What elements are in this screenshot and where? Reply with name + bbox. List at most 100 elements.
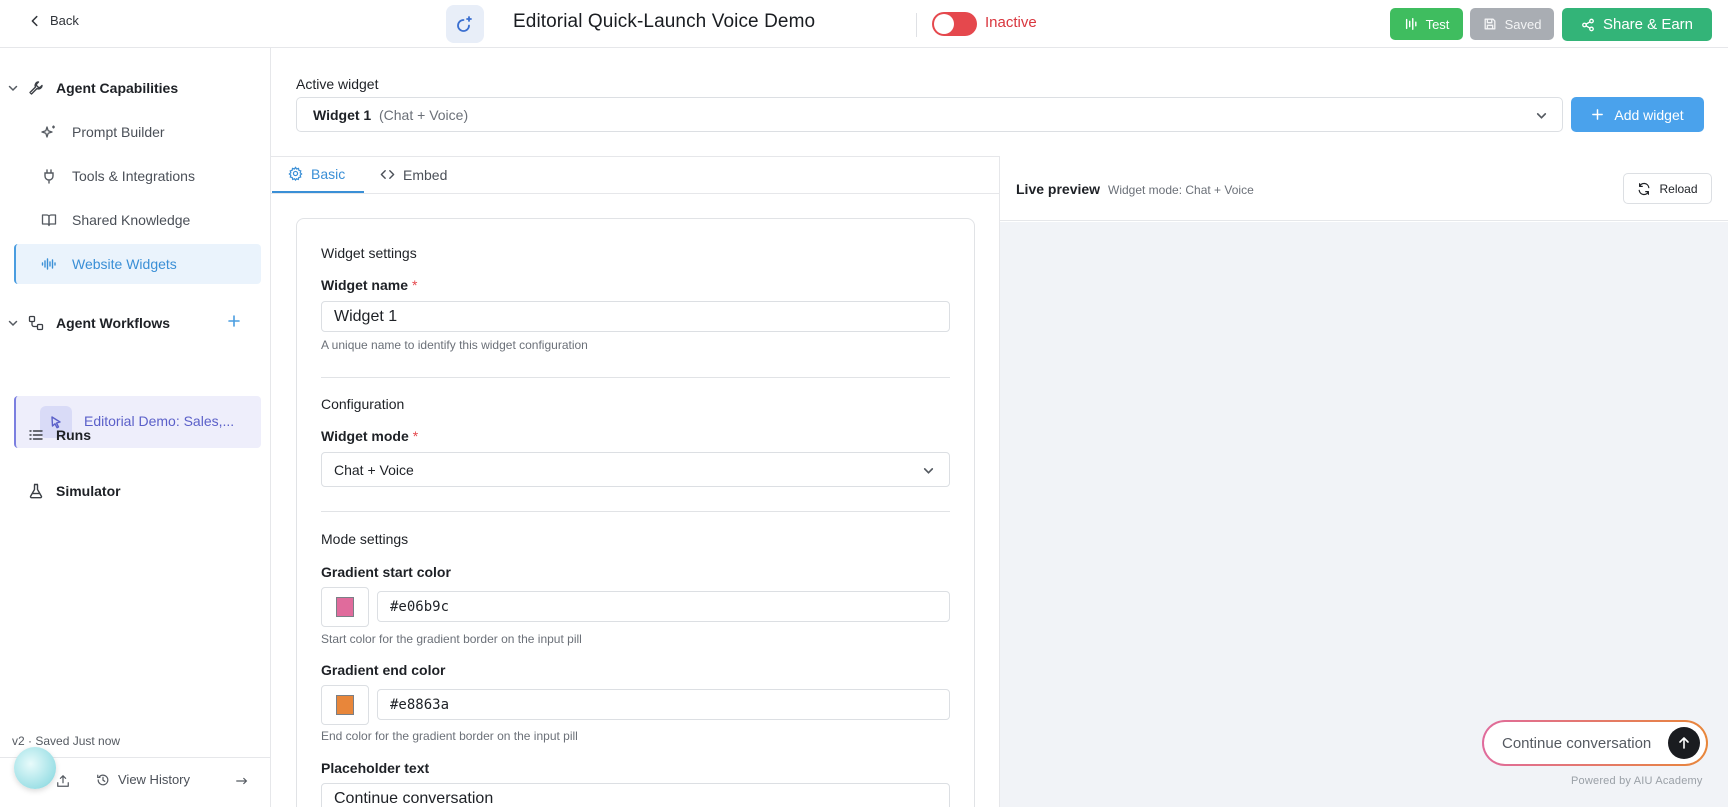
flask-icon [29, 483, 43, 499]
test-button[interactable]: Test [1390, 8, 1463, 40]
sidebar-item-label: Shared Knowledge [72, 212, 191, 228]
configuration-heading: Configuration [321, 396, 405, 412]
page-title: Editorial Quick-Launch Voice Demo [513, 11, 816, 32]
widget-settings-heading: Widget settings [321, 245, 417, 261]
divider [916, 13, 917, 37]
sidebar: Agent Capabilities Prompt Builder Tools … [0, 48, 271, 807]
send-button[interactable] [1668, 727, 1700, 759]
simulator-label: Simulator [56, 483, 121, 499]
active-widget-select[interactable]: Widget 1 (Chat + Voice) [296, 97, 1563, 132]
assistant-orb-icon[interactable] [14, 747, 56, 789]
gradient-start-label: Gradient start color [321, 564, 451, 580]
runs-label: Runs [56, 427, 91, 443]
gradient-end-label: Gradient end color [321, 662, 446, 678]
live-preview-mode: Widget mode: Chat + Voice [1108, 183, 1254, 197]
workflow-label: Editorial Demo: Sales,... [84, 413, 235, 429]
view-history-button[interactable]: View History [96, 772, 190, 787]
upload-icon[interactable] [56, 774, 70, 788]
gradient-start-input[interactable]: #e06b9c [377, 591, 950, 622]
saved-label: Saved [1504, 16, 1542, 32]
arrow-up-icon [1679, 737, 1689, 749]
mode-settings-heading: Mode settings [321, 531, 409, 547]
field-label-text: Widget name [321, 277, 408, 293]
plus-icon [1592, 109, 1604, 120]
sidebar-item-shared-knowledge[interactable]: Shared Knowledge [14, 200, 261, 240]
book-icon [41, 214, 57, 227]
chevron-left-icon [31, 15, 38, 26]
wrench-icon [29, 81, 43, 95]
refresh-icon [1639, 182, 1650, 195]
code-icon [380, 170, 395, 179]
reload-button[interactable]: Reload [1623, 173, 1712, 204]
add-workflow-icon[interactable] [226, 313, 242, 329]
widget-name-help: A unique name to identify this widget co… [321, 338, 588, 352]
moon-sparkle-icon [457, 16, 472, 32]
back-label: Back [50, 13, 79, 28]
chevron-down-icon [8, 85, 18, 92]
workflow-icon [28, 315, 44, 331]
save-icon [1484, 18, 1496, 30]
widget-mode-select[interactable]: Chat + Voice [321, 452, 950, 487]
list-icon [29, 430, 43, 440]
top-bar: Back Editorial Quick-Launch Voice Demo I… [0, 0, 1728, 48]
divider [271, 193, 999, 194]
chevron-down-icon [1536, 113, 1547, 119]
gear-icon [288, 166, 303, 181]
saved-button[interactable]: Saved [1470, 8, 1554, 40]
widget-mode-value: Chat + Voice [334, 461, 414, 478]
chevron-down-icon [923, 468, 934, 474]
pulse-icon [1405, 18, 1417, 30]
add-widget-button[interactable]: Add widget [1571, 97, 1704, 132]
tab-label: Basic [311, 165, 346, 182]
gradient-start-color-picker[interactable] [321, 587, 369, 627]
reload-label: Reload [1659, 181, 1698, 196]
history-label: View History [118, 772, 191, 787]
powered-by-text: Powered by AIU Academy [1571, 775, 1703, 787]
gradient-end-help: End color for the gradient border on the… [321, 729, 578, 743]
widget-name-input[interactable]: Widget 1 [321, 301, 950, 332]
audio-wave-icon [41, 258, 56, 270]
placeholder-text-input[interactable]: Continue conversation [321, 783, 950, 807]
arrow-right-icon[interactable] [235, 774, 249, 788]
share-earn-button[interactable]: Share & Earn [1562, 8, 1712, 41]
chat-input-placeholder: Continue conversation [1502, 735, 1652, 752]
section-agent-workflows[interactable]: Agent Workflows [0, 311, 220, 335]
gradient-start-help: Start color for the gradient border on t… [321, 632, 582, 646]
widget-select-name: Widget 1 [313, 107, 372, 123]
workflow-item[interactable]: Editorial Demo: Sales,... [14, 396, 261, 448]
section-heading: Agent Capabilities [56, 80, 179, 96]
section-heading: Agent Workflows [56, 315, 171, 331]
chevron-down-icon [8, 320, 18, 327]
tab-label: Embed [403, 166, 448, 183]
chat-input-pill[interactable]: Continue conversation [1482, 720, 1708, 766]
tab-basic[interactable]: Basic [272, 156, 364, 193]
history-icon [97, 774, 109, 785]
gradient-end-color-picker[interactable] [321, 685, 369, 725]
gradient-end-input[interactable]: #e8863a [377, 689, 950, 720]
test-label: Test [1425, 16, 1450, 32]
gradient-end-swatch [336, 695, 354, 715]
sparkles-icon [41, 125, 55, 138]
sidebar-item-label: Website Widgets [72, 256, 177, 272]
required-mark: * [412, 277, 418, 293]
plug-icon [44, 169, 54, 184]
sidebar-item-prompt-builder[interactable]: Prompt Builder [14, 112, 261, 152]
chat-input-pill-inner: Continue conversation [1484, 722, 1706, 764]
sidebar-item-website-widgets[interactable]: Website Widgets [14, 244, 261, 284]
add-widget-label: Add widget [1614, 106, 1684, 123]
save-status-text: v2 · Saved Just now [12, 734, 121, 748]
gradient-start-swatch [336, 597, 354, 617]
back-button[interactable]: Back [28, 13, 79, 28]
widget-select-mode: (Chat + Voice) [379, 107, 469, 123]
divider [321, 511, 950, 512]
required-mark: * [412, 428, 419, 444]
divider [321, 377, 950, 378]
share-label: Share & Earn [1602, 16, 1694, 33]
field-label-text: Widget mode [321, 428, 409, 444]
sidebar-item-tools-integrations[interactable]: Tools & Integrations [14, 156, 261, 196]
active-toggle[interactable] [932, 12, 977, 36]
live-preview-title: Live preview [1016, 181, 1101, 197]
share-icon [1582, 18, 1594, 31]
agent-avatar [446, 5, 484, 43]
tab-embed[interactable]: Embed [380, 156, 447, 193]
